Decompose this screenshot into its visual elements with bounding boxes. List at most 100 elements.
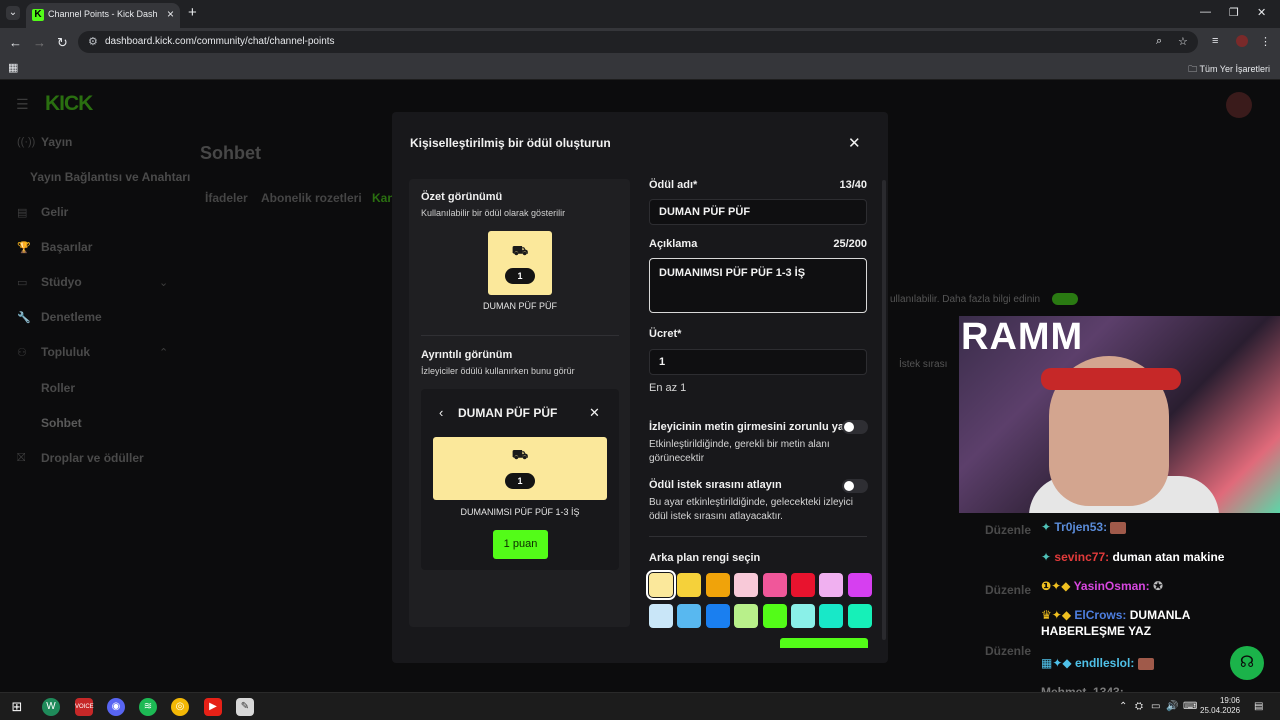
reward-name-counter: 13/40 <box>839 179 867 191</box>
skip-queue-hint: Bu ayar etkinleştirildiğinde, gelecektek… <box>649 497 853 522</box>
sidebar-item-topluluk[interactable]: Topluluk <box>41 345 90 359</box>
apps-grid-icon[interactable]: ▦ <box>8 61 18 74</box>
gift-icon: ⛟ <box>511 447 529 462</box>
omnibox[interactable]: ⚙ dashboard.kick.com/community/chat/chan… <box>78 31 1198 53</box>
color-swatch[interactable] <box>705 604 730 628</box>
sidebar-item-stream-key[interactable]: Yayın Bağlantısı ve Anahtarı <box>30 170 190 184</box>
save-button[interactable] <box>780 638 868 648</box>
language-icon[interactable]: ⌨ <box>1183 701 1197 712</box>
bookmarks-bar: ▦ 🗀 Tüm Yer İşaretleri <box>0 56 1280 80</box>
kick-logo[interactable]: KICK <box>45 92 93 116</box>
reward-card-large: ⛟ 1 <box>433 437 607 500</box>
back-icon[interactable]: ← <box>9 35 22 50</box>
description-textarea[interactable]: DUMANIMSI PÜF PÜF 1-3 İŞ <box>649 258 867 313</box>
color-swatch[interactable] <box>819 604 844 628</box>
sidebar-item-studyo[interactable]: Stüdyo <box>41 275 82 289</box>
date-text: 25.04.2026 <box>1200 706 1241 715</box>
chat-message: ✦ Tr0jen53: <box>1041 519 1127 535</box>
color-swatch[interactable] <box>819 573 844 597</box>
windows-start-icon[interactable]: ⊞ <box>8 698 26 716</box>
volume-icon[interactable]: 🔊 <box>1166 701 1178 712</box>
divider <box>649 536 867 537</box>
feature-toggle[interactable] <box>1052 293 1078 305</box>
color-swatch[interactable] <box>734 573 759 597</box>
network-icon[interactable]: ⛭ <box>1135 701 1143 712</box>
sidebar-item-yayin[interactable]: Yayın <box>41 135 72 149</box>
notification-icon[interactable]: ▤ <box>1254 701 1263 712</box>
clock[interactable]: 19:06 25.04.2026 <box>1200 696 1240 716</box>
zoom-icon[interactable]: ⌕ <box>1156 35 1162 48</box>
cost-pill: 1 <box>505 473 535 489</box>
forward-icon[interactable]: → <box>33 35 46 50</box>
reload-icon[interactable]: ↻ <box>57 35 68 51</box>
color-swatch[interactable] <box>847 604 872 628</box>
gift-icon: ⛝ <box>17 452 26 464</box>
tab-search-icon[interactable]: ⌄ <box>6 6 20 20</box>
minimize-icon[interactable]: — <box>1200 6 1211 18</box>
color-swatch[interactable] <box>762 604 787 628</box>
window-close-icon[interactable]: ✕ <box>1257 6 1266 19</box>
youtube-icon[interactable]: ▶ <box>204 698 222 716</box>
color-label: Arka plan rengi seçin <box>649 552 761 564</box>
color-swatch[interactable] <box>791 604 815 628</box>
hamburger-icon[interactable]: ☰ <box>16 96 29 113</box>
app-icon[interactable]: ✎ <box>236 698 254 716</box>
app-icon[interactable]: W <box>42 698 60 716</box>
chevron-up-icon[interactable]: ⌃ <box>159 346 168 359</box>
skip-queue-toggle[interactable] <box>842 479 868 493</box>
tab-abonelik-rozetleri[interactable]: Abonelik rozetleri <box>261 191 362 205</box>
color-swatch[interactable] <box>646 570 676 600</box>
close-icon[interactable]: ✕ <box>848 134 861 152</box>
detail-preview-box: ‹ DUMAN PÜF PÜF ✕ ⛟ 1 DUMANIMSI PÜF PÜF … <box>421 389 619 570</box>
back-chevron-icon: ‹ <box>439 405 444 420</box>
summary-heading: Özet görünümü <box>421 191 503 203</box>
edit-link[interactable]: Düzenle <box>985 644 1031 658</box>
reward-card-small: ⛟ 1 <box>488 231 552 295</box>
all-bookmarks-link[interactable]: 🗀 Tüm Yer İşaretleri <box>1188 62 1270 78</box>
tab-ifadeler[interactable]: İfadeler <box>205 191 248 205</box>
color-swatch[interactable] <box>677 573 702 597</box>
color-swatch[interactable] <box>705 573 730 597</box>
sidebar-item-roller[interactable]: Roller <box>41 381 75 395</box>
community-icon: ⚇ <box>17 347 27 359</box>
color-swatch[interactable] <box>762 573 787 597</box>
chevron-down-icon[interactable]: ⌄ <box>159 276 168 289</box>
edit-link[interactable]: Düzenle <box>985 583 1031 597</box>
sidebar-item-droplar[interactable]: Droplar ve ödüller <box>41 451 144 465</box>
restore-icon[interactable]: ❐ <box>1229 6 1239 19</box>
modal-scrollbar[interactable] <box>882 180 886 640</box>
battery-icon[interactable]: ▭ <box>1151 701 1160 712</box>
tab-close-icon[interactable]: × <box>167 7 174 21</box>
edit-link[interactable]: Düzenle <box>985 523 1031 537</box>
tray-up-icon[interactable]: ⌃ <box>1119 701 1127 712</box>
chat-message: ♛✦◆ ElCrows: DUMANLA HABERLEŞME YAZ <box>1041 607 1241 639</box>
chat-username: endlleslol: <box>1074 656 1135 670</box>
user-avatar[interactable] <box>1226 92 1252 118</box>
browser-tab[interactable]: K Channel Points - Kick Dashboard × <box>26 3 180 28</box>
badge-icon: ✦ <box>1041 520 1052 534</box>
color-swatch[interactable] <box>791 573 815 597</box>
require-text-toggle[interactable] <box>842 420 868 434</box>
color-swatch[interactable] <box>734 604 759 628</box>
detail-title: DUMAN PÜF PÜF <box>458 406 558 420</box>
color-swatch[interactable] <box>649 604 673 628</box>
sidebar-item-sohbet[interactable]: Sohbet <box>41 416 82 430</box>
media-icon[interactable]: ≡ <box>1212 35 1218 47</box>
menu-icon[interactable]: ⋮ <box>1260 35 1271 48</box>
chrome-icon[interactable]: ◎ <box>171 698 189 716</box>
profile-avatar[interactable] <box>1236 35 1248 47</box>
color-swatch[interactable] <box>847 573 872 597</box>
sidebar-item-gelir[interactable]: Gelir <box>41 205 68 219</box>
discord-icon[interactable]: ◉ <box>107 698 125 716</box>
sidebar-item-denetleme[interactable]: Denetleme <box>41 310 102 324</box>
site-settings-icon[interactable]: ⚙ <box>88 35 98 48</box>
cost-input[interactable]: 1 <box>649 349 867 375</box>
spotify-icon[interactable]: ≋ <box>139 698 157 716</box>
emote-icon: ✪ <box>1152 579 1164 593</box>
bookmark-star-icon[interactable]: ☆ <box>1178 35 1188 48</box>
color-swatch[interactable] <box>677 604 702 628</box>
reward-name-input[interactable]: DUMAN PÜF PÜF <box>649 199 867 225</box>
new-tab-icon[interactable]: + <box>188 4 197 21</box>
app-icon[interactable]: VOICE <box>75 698 94 716</box>
sidebar-item-basarilar[interactable]: Başarılar <box>41 240 92 254</box>
